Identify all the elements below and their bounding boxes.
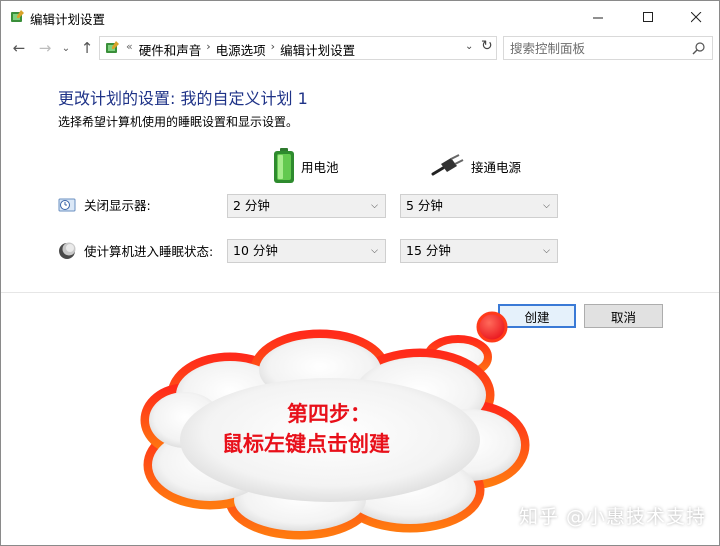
maximize-button[interactable] <box>625 1 671 33</box>
column-header-plugged-in: 接通电源 <box>431 148 521 184</box>
cancel-button[interactable]: 取消 <box>584 304 663 328</box>
breadcrumb: « 硬件和声音 › 电源选项 › 编辑计划设置 <box>126 40 355 59</box>
address-dropdown-icon[interactable]: ⌄ <box>465 41 473 52</box>
display-off-battery-value: 2 分钟 <box>233 198 270 213</box>
column-label-plugged-in: 接通电源 <box>471 159 522 175</box>
sleep-battery-select[interactable]: 10 分钟 ⌵ <box>227 239 386 263</box>
power-options-icon <box>11 10 24 22</box>
arrow-up-icon: ↑ <box>80 39 94 57</box>
chevron-down-icon: ⌄ <box>61 42 71 54</box>
plan-settings-panel: 更改计划的设置: 我的自定义计划 1 选择希望计算机使用的睡眠设置和显示设置。 … <box>1 63 719 293</box>
chevron-down-icon: ⌵ <box>371 246 378 256</box>
minimize-button[interactable] <box>575 1 621 33</box>
breadcrumb-overflow[interactable]: « <box>126 40 133 59</box>
breadcrumb-item-hardware-sound[interactable]: 硬件和声音 <box>139 40 202 59</box>
close-button[interactable] <box>673 1 719 33</box>
arrow-right-icon: → <box>38 39 52 57</box>
sleep-plugged-select[interactable]: 15 分钟 ⌵ <box>400 239 558 263</box>
title-bar: 编辑计划设置 <box>1 1 719 33</box>
turn-off-display-label: 关闭显示器: <box>58 195 151 214</box>
navigation-bar: ← → ⌄ ↑ « 硬件和声音 › 电源选项 › 编辑计划设置 ⌄ ↻ <box>1 33 719 63</box>
create-button[interactable]: 创建 <box>498 304 576 328</box>
back-button[interactable]: ← <box>9 37 29 59</box>
display-off-battery-select[interactable]: 2 分钟 ⌵ <box>227 194 386 218</box>
edit-plan-settings-window: 编辑计划设置 ← → ⌄ ↑ « 硬件和声音 › 电源选项 › 编辑计划设置 ⌄… <box>0 0 720 546</box>
power-plug-icon <box>431 154 464 176</box>
maximize-icon <box>642 11 653 22</box>
display-clock-icon <box>58 198 76 211</box>
sleep-plugged-value: 15 分钟 <box>406 243 451 258</box>
column-header-battery: 用电池 <box>273 148 339 184</box>
watermark: 知乎 @小惠技术支持 <box>518 506 706 528</box>
page-description: 选择希望计算机使用的睡眠设置和显示设置。 <box>58 115 299 129</box>
display-off-plugged-value: 5 分钟 <box>406 198 443 213</box>
chevron-down-icon: ⌵ <box>543 201 550 211</box>
sleep-text: 使计算机进入睡眠状态: <box>84 244 214 259</box>
search-icon[interactable] <box>692 41 706 55</box>
sleep-label: 使计算机进入睡眠状态: <box>58 241 213 260</box>
chevron-down-icon: ⌵ <box>371 201 378 211</box>
breadcrumb-item-edit-plan[interactable]: 编辑计划设置 <box>280 40 355 59</box>
window-title: 编辑计划设置 <box>30 12 106 27</box>
forward-button[interactable]: → <box>35 37 55 59</box>
breadcrumb-separator-icon[interactable]: › <box>206 40 210 59</box>
recent-locations-button[interactable]: ⌄ <box>59 37 73 59</box>
column-label-battery: 用电池 <box>301 159 339 175</box>
chevron-down-icon: ⌵ <box>543 246 550 256</box>
refresh-icon[interactable]: ↻ <box>481 38 493 54</box>
arrow-left-icon: ← <box>12 39 26 57</box>
sleep-battery-value: 10 分钟 <box>233 243 278 258</box>
close-icon <box>690 11 701 22</box>
display-off-plugged-select[interactable]: 5 分钟 ⌵ <box>400 194 558 218</box>
address-bar[interactable]: « 硬件和声音 › 电源选项 › 编辑计划设置 ⌄ ↻ <box>99 36 497 60</box>
up-button[interactable]: ↑ <box>77 37 97 59</box>
breadcrumb-separator-icon[interactable]: › <box>271 40 275 59</box>
search-input[interactable] <box>504 37 684 59</box>
turn-off-display-text: 关闭显示器: <box>84 198 151 213</box>
battery-icon <box>274 148 294 183</box>
page-title: 更改计划的设置: 我的自定义计划 1 <box>58 89 308 108</box>
power-options-icon <box>106 41 119 53</box>
sleep-moon-icon <box>59 242 76 259</box>
search-box[interactable] <box>503 36 713 60</box>
minimize-icon <box>592 17 603 18</box>
breadcrumb-item-power-options[interactable]: 电源选项 <box>216 40 266 59</box>
